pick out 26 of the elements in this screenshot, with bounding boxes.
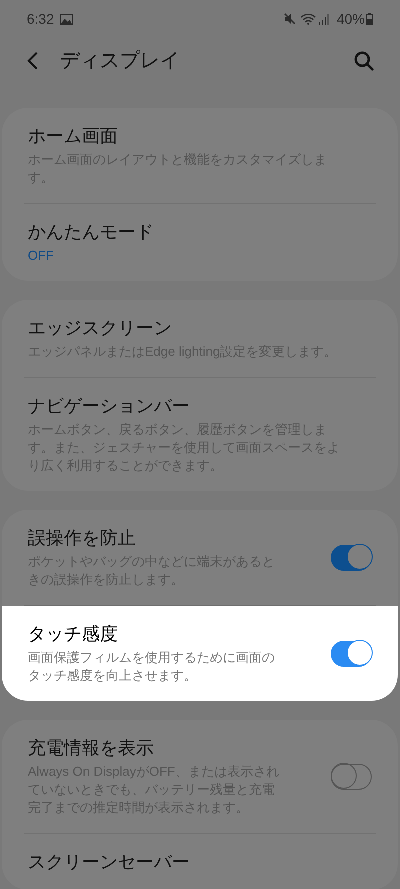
image-icon [60,14,74,24]
page-title: ディスプレイ [60,49,180,74]
search-icon[interactable] [354,51,374,71]
setting-title: タッチ感度 [28,623,119,646]
setting-title: 誤操作を防止 [28,527,137,550]
battery-icon [366,13,373,25]
toggle-switch[interactable] [331,640,372,666]
settings-row[interactable]: かんたんモード OFF [2,204,398,281]
toggle-switch[interactable] [331,544,372,570]
signal-icon [318,14,329,24]
settings-row[interactable]: タッチ感度 画面保護フィルムを使用するために画面のタッチ感度を向上させます。 [2,606,398,701]
toggle-switch[interactable] [331,764,372,790]
setting-title: 充電情報を表示 [28,737,155,760]
mute-icon [284,13,296,25]
setting-title: スクリーンセーバー [28,851,191,874]
setting-title: ホーム画面 [28,125,119,148]
settings-row[interactable]: スクリーンセーバー [2,834,398,889]
setting-title: ナビゲーションバー [28,395,191,418]
setting-value: OFF [28,247,55,265]
setting-title: エッジスクリーン [28,317,173,340]
status-time: 6:32 [27,10,54,28]
setting-description: 画面保護フィルムを使用するために画面のタッチ感度を向上させます。 [28,649,276,685]
battery-percent: 40% [336,10,365,28]
back-icon[interactable] [26,52,40,70]
wifi-icon [300,14,316,24]
setting-title: かんたんモード [28,221,155,244]
